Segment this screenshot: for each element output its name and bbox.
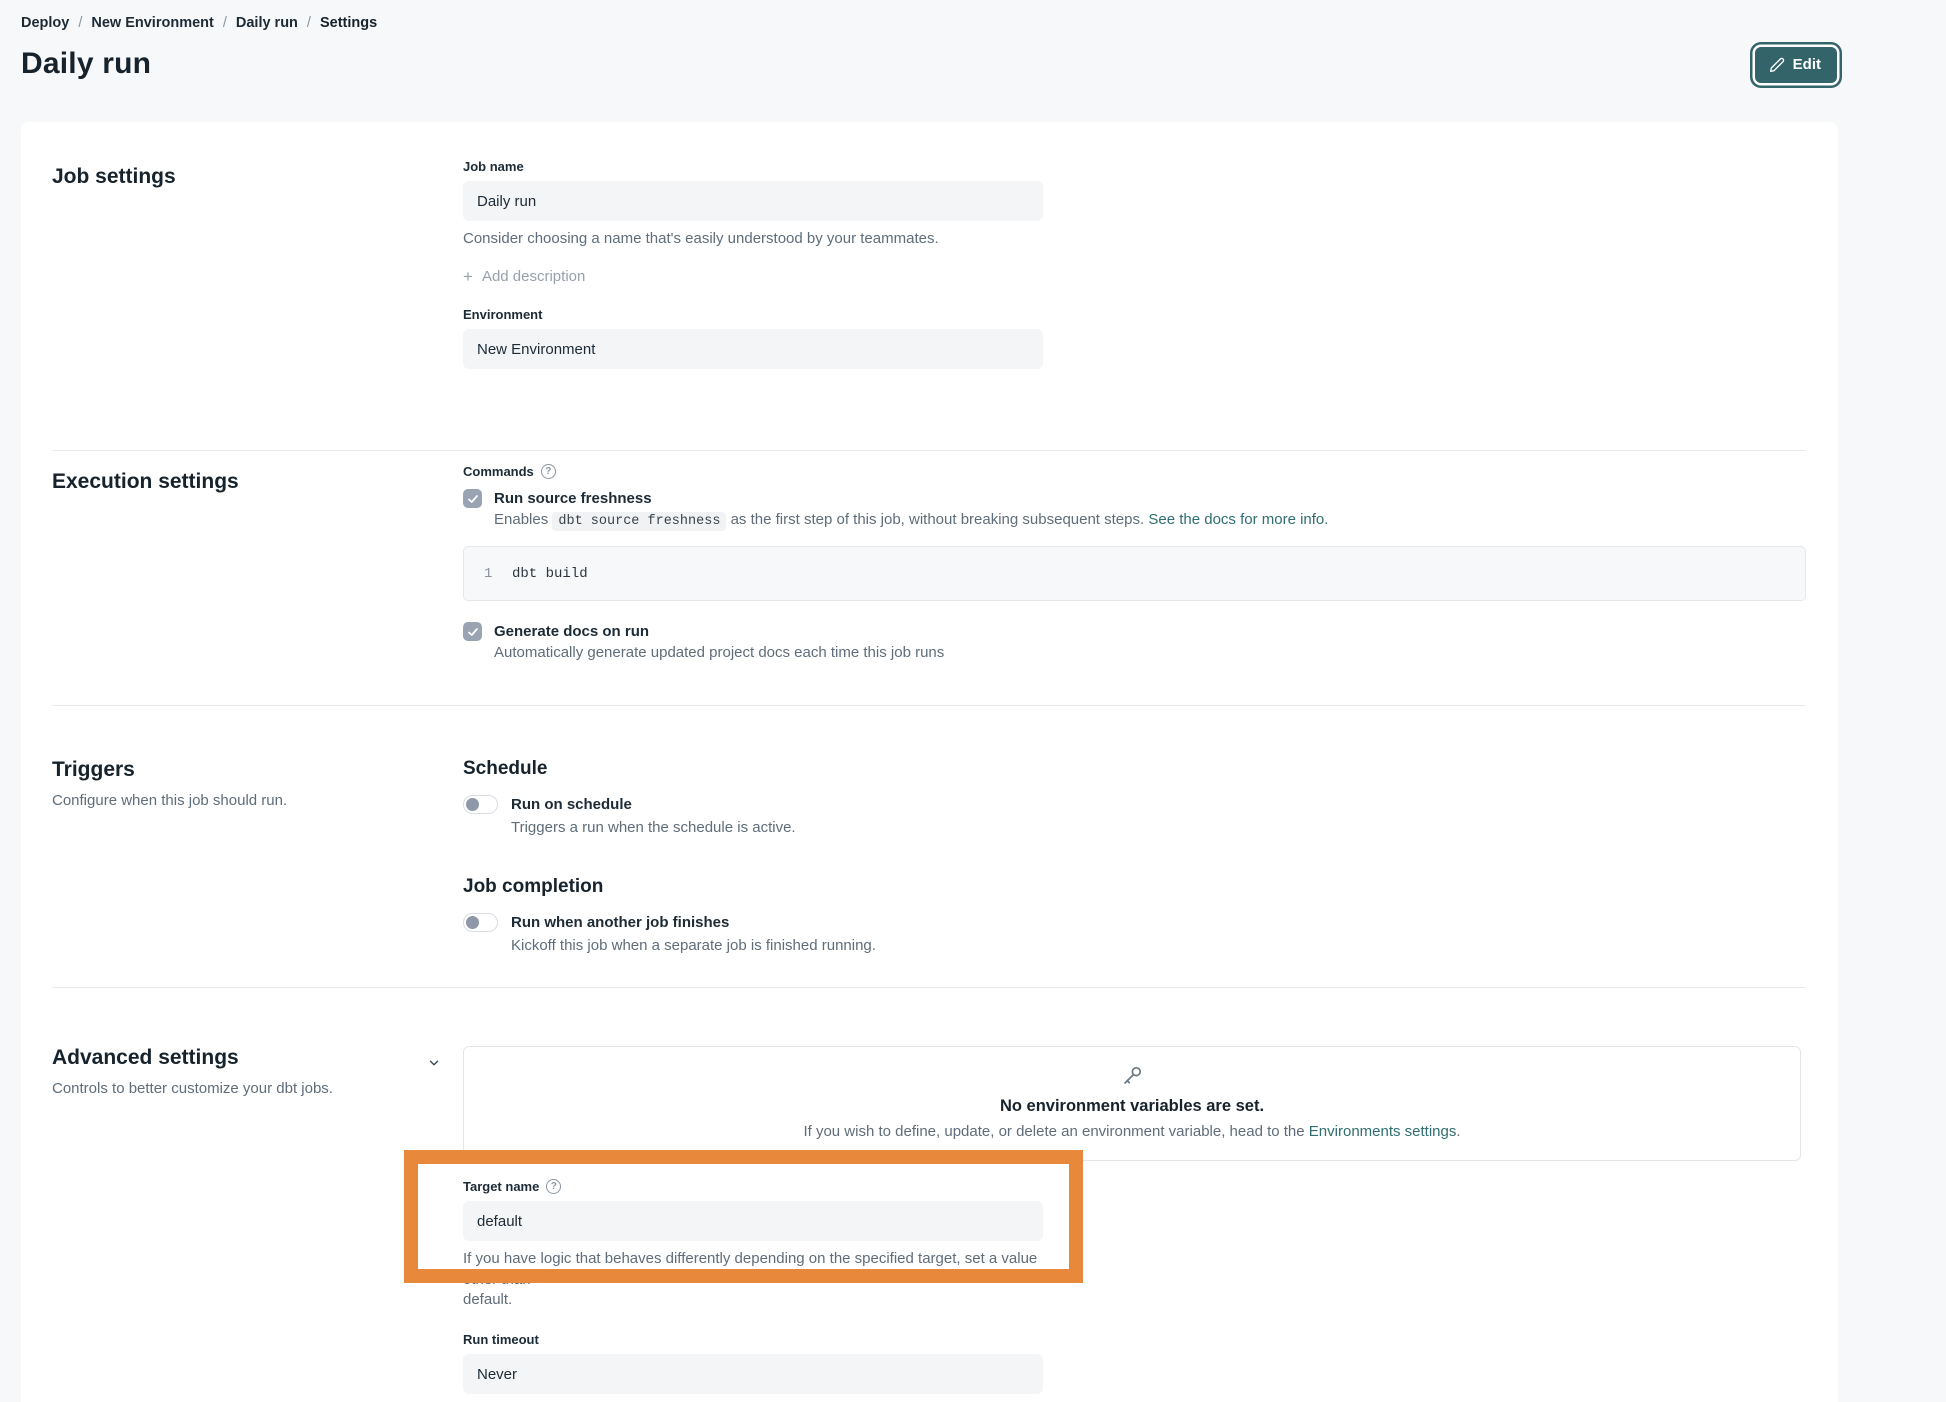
job-name-input[interactable]: Daily run [463, 181, 1043, 221]
chevron-down-icon[interactable] [427, 1056, 441, 1075]
run-when-job-finishes-label: Run when another job finishes [511, 914, 729, 931]
breadcrumb-separator: / [223, 15, 227, 31]
schedule-heading: Schedule [463, 758, 1806, 780]
help-icon[interactable] [546, 1179, 561, 1194]
commands-label: Commands [463, 464, 1806, 479]
toggle-knob [466, 916, 479, 929]
job-name-helper: Consider choosing a name that's easily u… [463, 229, 1063, 249]
run-source-freshness-desc: Enables dbt source freshness as the firs… [494, 511, 1806, 529]
run-source-freshness-label: Run source freshness [494, 490, 652, 507]
checkmark-icon [467, 626, 479, 638]
advanced-settings-heading: Advanced settings [52, 1046, 463, 1070]
job-settings-page: Deploy / New Environment / Daily run / S… [0, 0, 1946, 1402]
environment-label: Environment [463, 307, 1806, 322]
job-settings-heading: Job settings [52, 165, 463, 189]
toggle-knob [466, 798, 479, 811]
breadcrumb-separator: / [307, 15, 311, 31]
code-text: dbt build [512, 566, 588, 582]
helper-line-1: If you have logic that behaves different… [463, 1249, 1063, 1290]
execution-settings-heading: Execution settings [52, 470, 463, 494]
env-vars-empty-title: No environment variables are set. [484, 1097, 1780, 1116]
target-name-group: Target name default If you have logic th… [463, 1179, 1063, 1310]
generate-docs-label: Generate docs on run [494, 623, 649, 640]
code-line-number: 1 [484, 566, 512, 582]
target-name-label-text: Target name [463, 1179, 539, 1194]
job-completion-heading: Job completion [463, 876, 1806, 898]
environment-input[interactable]: New Environment [463, 329, 1043, 369]
run-timeout-group: Run timeout Never Maximum number of seco… [463, 1332, 1806, 1402]
run-timeout-input[interactable]: Never [463, 1354, 1043, 1394]
run-on-schedule-label: Run on schedule [511, 796, 632, 813]
run-when-job-finishes-desc: Kickoff this job when a separate job is … [511, 937, 1806, 954]
breadcrumb-separator: / [78, 15, 82, 31]
run-source-freshness-checkbox[interactable] [463, 489, 482, 508]
commands-code-editor[interactable]: 1 dbt build [463, 546, 1806, 601]
freshness-command-chip: dbt source freshness [552, 512, 726, 531]
page-title: Daily run [21, 47, 1946, 81]
target-name-helper: If you have logic that behaves different… [463, 1249, 1063, 1310]
breadcrumb-current-settings: Settings [320, 15, 377, 31]
target-name-input[interactable]: default [463, 1201, 1043, 1241]
breadcrumb-deploy[interactable]: Deploy [21, 15, 69, 31]
section-execution-settings: Execution settings Commands Run source f… [52, 451, 1806, 705]
section-triggers: Triggers Configure when this job should … [52, 706, 1806, 987]
docs-link[interactable]: See the docs for more info. [1148, 511, 1328, 528]
page-header: Deploy / New Environment / Daily run / S… [0, 0, 1946, 81]
add-description-label: Add description [482, 268, 585, 285]
edit-button[interactable]: Edit [1755, 47, 1837, 83]
help-icon[interactable] [541, 464, 556, 479]
breadcrumb: Deploy / New Environment / Daily run / S… [21, 15, 1946, 31]
env-vars-empty-desc: If you wish to define, update, or delete… [484, 1123, 1780, 1140]
environment-variables-box: No environment variables are set. If you… [463, 1046, 1801, 1161]
commands-label-text: Commands [463, 464, 534, 479]
desc-suffix: as the first step of this job, without b… [731, 511, 1145, 528]
edit-button-label: Edit [1793, 56, 1821, 73]
run-on-schedule-desc: Triggers a run when the schedule is acti… [511, 819, 1806, 836]
desc-prefix: Enables [494, 511, 548, 528]
plus-icon [463, 269, 473, 284]
advanced-settings-subtext: Controls to better customize your dbt jo… [52, 1080, 463, 1097]
run-source-freshness-row: Run source freshness [463, 489, 1806, 508]
run-when-job-finishes-row: Run when another job finishes [463, 913, 1806, 932]
generate-docs-desc: Automatically generate updated project d… [494, 644, 1806, 661]
env-desc-suffix: . [1456, 1123, 1460, 1140]
run-on-schedule-toggle[interactable] [463, 795, 498, 814]
triggers-subtext: Configure when this job should run. [52, 792, 463, 809]
job-name-label: Job name [463, 159, 1806, 174]
generate-docs-checkbox[interactable] [463, 622, 482, 641]
run-timeout-label: Run timeout [463, 1332, 1806, 1347]
env-desc-prefix: If you wish to define, update, or delete… [803, 1123, 1304, 1140]
section-advanced-settings: Advanced settings Controls to better cus… [52, 988, 1806, 1402]
helper-line-2: default. [463, 1290, 1063, 1310]
section-job-settings: Job settings Job name Daily run Consider… [52, 159, 1806, 450]
settings-card: Job settings Job name Daily run Consider… [21, 122, 1838, 1402]
environments-settings-link[interactable]: Environments settings [1309, 1123, 1457, 1140]
add-description-button[interactable]: Add description [463, 268, 585, 285]
triggers-heading: Triggers [52, 758, 463, 782]
breadcrumb-job[interactable]: Daily run [236, 15, 298, 31]
generate-docs-row: Generate docs on run [463, 622, 1806, 641]
run-on-schedule-row: Run on schedule [463, 795, 1806, 814]
target-name-label: Target name [463, 1179, 1063, 1194]
run-when-job-finishes-toggle[interactable] [463, 913, 498, 932]
pencil-icon [1769, 57, 1785, 73]
breadcrumb-environment[interactable]: New Environment [91, 15, 213, 31]
key-icon [1120, 1075, 1144, 1092]
checkmark-icon [467, 493, 479, 505]
